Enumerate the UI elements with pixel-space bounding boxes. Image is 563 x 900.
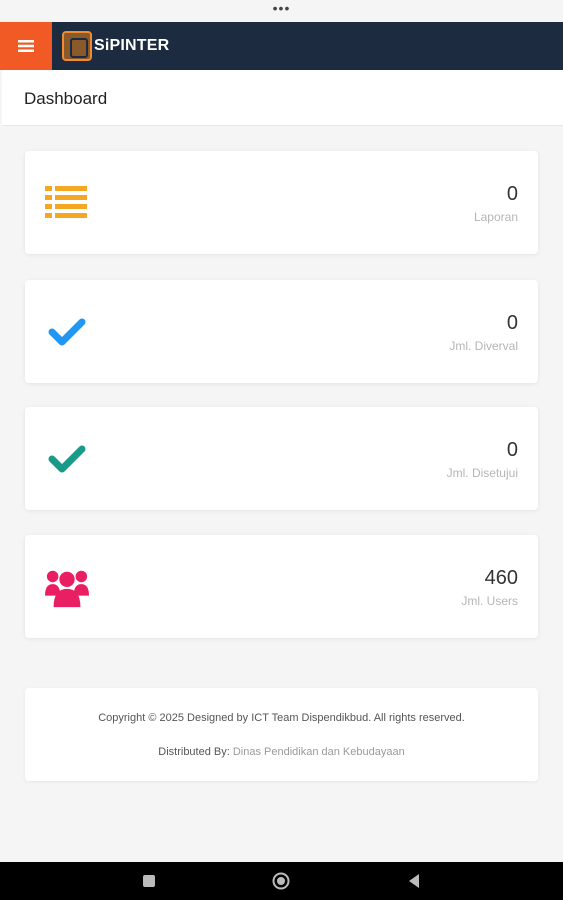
stat-card-disetujui[interactable]: 0 Jml. Disetujui (25, 407, 538, 510)
stat-label: Jml. Disetujui (446, 466, 518, 480)
stat-card-diverval[interactable]: 0 Jml. Diverval (25, 280, 538, 383)
brand-name: SiPINTER (94, 37, 170, 54)
status-dots: ••• (272, 0, 291, 16)
footer: Copyright © 2025 Designed by ICT Team Di… (25, 688, 538, 781)
list-icon (45, 181, 89, 225)
stat-card-users[interactable]: 460 Jml. Users (25, 535, 538, 638)
recents-icon (143, 875, 155, 887)
users-icon (45, 565, 89, 609)
check-icon (45, 437, 89, 481)
status-bar: ••• (0, 0, 563, 22)
stat-value: 0 (506, 183, 518, 205)
distributed-by: Distributed By: Dinas Pendidikan dan Keb… (25, 746, 538, 758)
top-navbar: SiPINTER (0, 22, 563, 70)
stat-value: 0 (506, 439, 518, 461)
home-icon (272, 872, 290, 890)
back-button[interactable] (404, 871, 424, 891)
stat-label: Jml. Users (461, 594, 518, 608)
distributed-prefix: Distributed By: (158, 746, 233, 758)
page-header: Dashboard (2, 70, 563, 126)
system-nav-bar (0, 862, 563, 900)
check-icon (45, 310, 89, 354)
stat-label: Jml. Diverval (449, 339, 518, 353)
distributor-link[interactable]: Dinas Pendidikan dan Kebudayaan (233, 746, 405, 758)
page-title: Dashboard (24, 89, 108, 108)
copyright-text: Copyright © 2025 Designed by ICT Team Di… (98, 712, 465, 724)
recents-button[interactable] (139, 871, 159, 891)
stat-value: 0 (506, 312, 518, 334)
stat-value: 460 (484, 567, 518, 589)
hamburger-icon (18, 40, 34, 52)
stat-card-laporan[interactable]: 0 Laporan (25, 151, 538, 254)
stat-label: Laporan (473, 210, 518, 224)
brand-link[interactable]: SiPINTER (62, 31, 169, 61)
menu-button[interactable] (0, 22, 52, 70)
back-icon (409, 874, 419, 888)
brand-logo (62, 31, 92, 61)
home-button[interactable] (271, 871, 291, 891)
